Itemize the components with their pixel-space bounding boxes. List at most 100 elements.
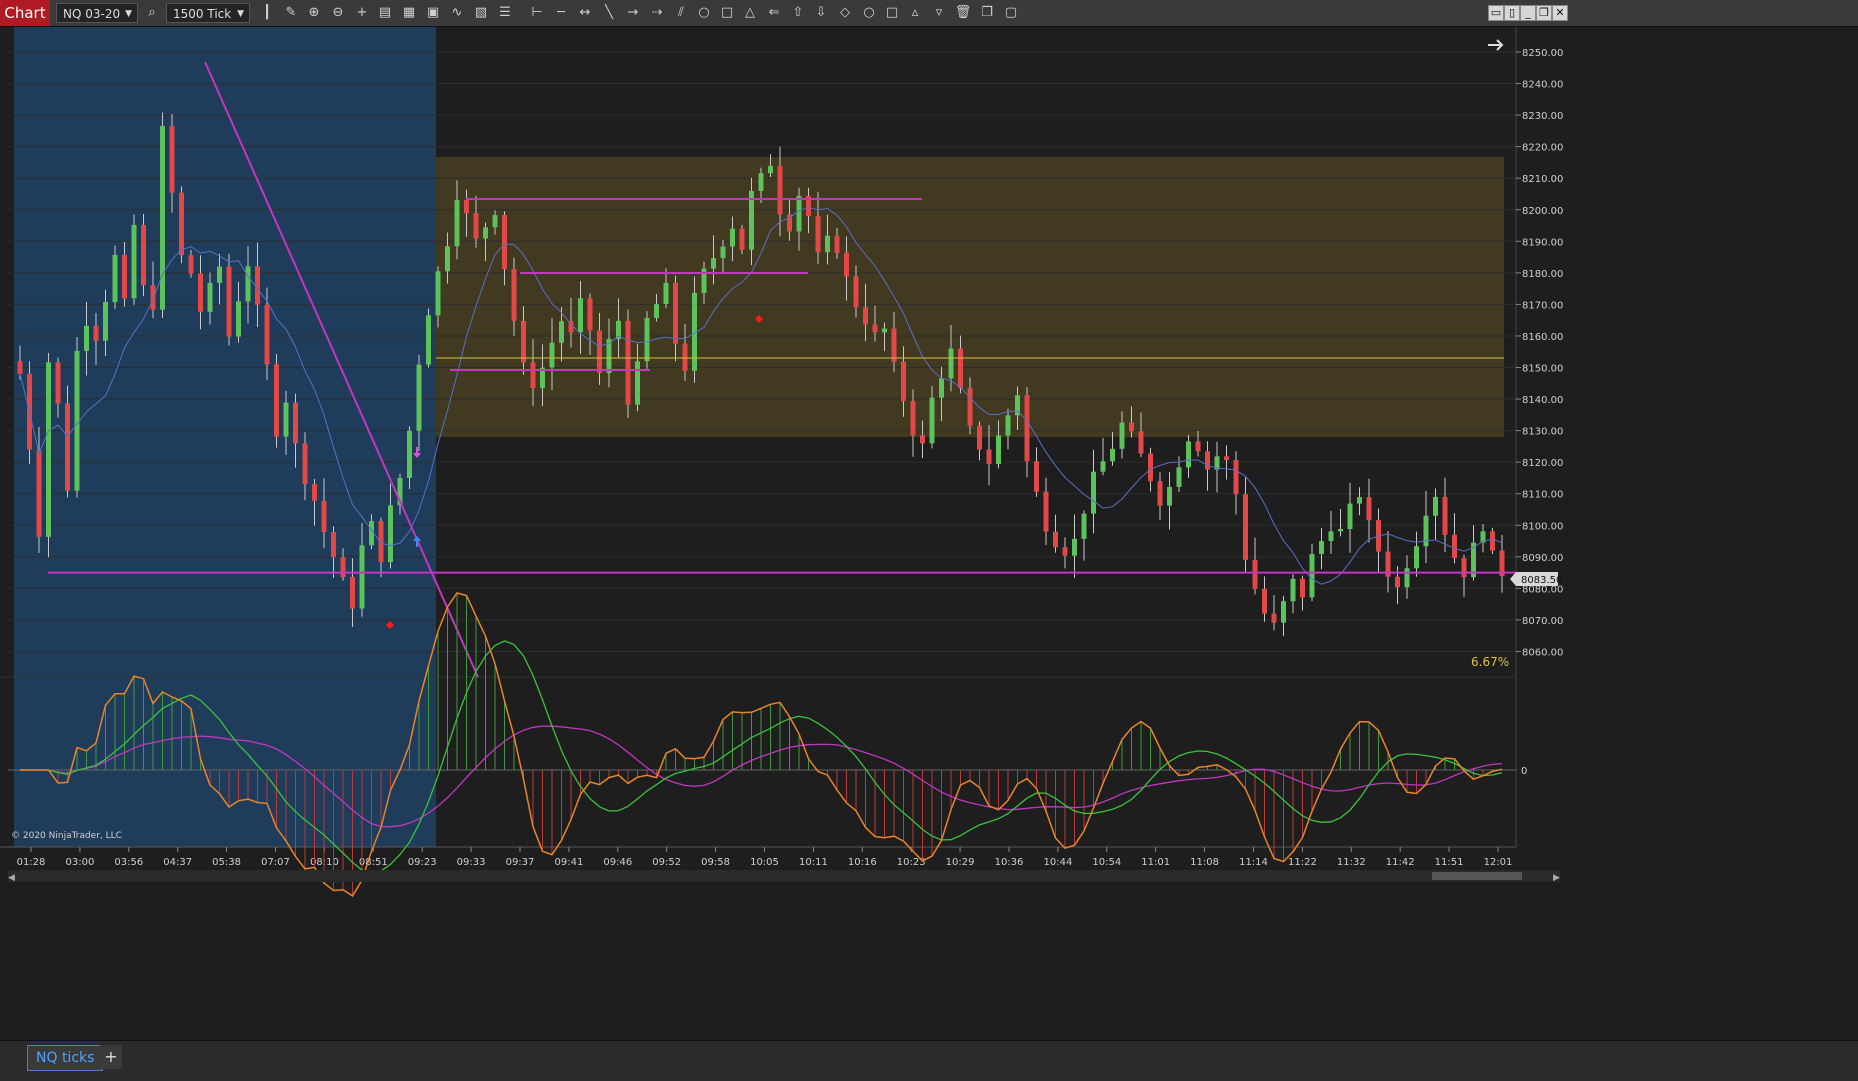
candle-body xyxy=(1081,513,1087,539)
candle-body xyxy=(1442,496,1448,535)
data-box-icon[interactable]: ☰ xyxy=(496,4,514,22)
time-tick-label: 05:38 xyxy=(212,857,241,868)
maximize-icon[interactable]: ❐ xyxy=(1536,5,1552,21)
candle-body xyxy=(1490,531,1495,551)
extended-line-icon[interactable]: ↔ xyxy=(576,4,594,22)
triangle-up-icon[interactable]: ▵ xyxy=(906,4,924,22)
instrument-selector[interactable]: NQ 03-20 ▼ xyxy=(56,3,138,23)
candle-body xyxy=(511,269,517,321)
dot-icon[interactable]: ○ xyxy=(860,4,878,22)
candle-body xyxy=(1186,441,1191,468)
candle-body xyxy=(65,403,70,491)
candle-body xyxy=(1176,467,1182,487)
crosshair-icon[interactable]: + xyxy=(353,4,371,22)
scroll-right-icon[interactable]: ▶ xyxy=(1553,873,1560,883)
candle-body xyxy=(815,216,821,253)
copy-icon[interactable]: ❐ xyxy=(978,4,996,22)
time-tick-label: 10:05 xyxy=(750,857,779,868)
ellipse-icon[interactable]: ○ xyxy=(695,4,713,22)
candle-body xyxy=(844,252,849,277)
tile-vertical-icon[interactable]: ▯ xyxy=(1504,5,1520,21)
oscillator-zero-label: 0 xyxy=(1521,766,1527,777)
time-tick-label: 10:29 xyxy=(946,857,975,868)
arrow-up-icon[interactable]: ⇧ xyxy=(789,4,807,22)
candle-body xyxy=(74,350,80,491)
price-tick-label: 8110.00 xyxy=(1522,490,1563,501)
time-tick-label: 11:14 xyxy=(1239,857,1268,868)
minimize-icon[interactable]: _ xyxy=(1520,5,1536,21)
chart-window-tab[interactable]: Chart xyxy=(0,0,50,26)
candle-body xyxy=(1423,515,1429,547)
candle-body xyxy=(1309,553,1315,598)
tile-icon[interactable]: ▭ xyxy=(1488,5,1504,21)
triangle-down-icon[interactable]: ▿ xyxy=(930,4,948,22)
trash-icon[interactable]: 🗑 xyxy=(954,4,972,22)
candle-body xyxy=(1271,613,1277,623)
time-tick-label: 10:44 xyxy=(1043,857,1072,868)
candle-body xyxy=(435,271,441,316)
arrow-line-icon[interactable]: → xyxy=(624,4,642,22)
time-tick-label: 08:51 xyxy=(359,857,388,868)
time-tick-label: 11:22 xyxy=(1288,857,1317,868)
arrow-left-icon[interactable]: ⇐ xyxy=(765,4,783,22)
last-price-label: 8083.50 xyxy=(1521,575,1562,586)
horizontal-line-icon[interactable]: ─ xyxy=(552,4,570,22)
time-tick-label: 11:08 xyxy=(1190,857,1219,868)
indicators-icon[interactable]: ∿ xyxy=(448,4,466,22)
ruler-icon[interactable]: ⊢ xyxy=(528,4,546,22)
square-icon[interactable]: □ xyxy=(883,4,901,22)
triangle-icon[interactable]: △ xyxy=(741,4,759,22)
channel-icon[interactable]: ⫽ xyxy=(672,4,690,22)
strategies-icon[interactable]: ▧ xyxy=(472,4,490,22)
draw-pencil-icon[interactable]: ✎ xyxy=(282,4,300,22)
candle-body xyxy=(663,282,669,305)
time-tick-label: 09:37 xyxy=(506,857,535,868)
scrollbar[interactable] xyxy=(8,870,1560,882)
candle-body xyxy=(1395,576,1400,588)
price-tick-label: 8170.00 xyxy=(1522,300,1563,311)
line-icon[interactable]: ╲ xyxy=(600,4,618,22)
candle-body xyxy=(236,301,241,337)
candle-body xyxy=(160,126,165,310)
candle-body xyxy=(635,361,640,405)
paste-icon[interactable]: ▢ xyxy=(1002,4,1020,22)
chart-panel[interactable]: 8250.00 8240.00 8230.00 8220.00 8210.00 8200.… xyxy=(0,27,1858,1039)
candle-body xyxy=(1319,541,1324,554)
candle-body xyxy=(521,320,526,363)
candle-body xyxy=(245,266,251,302)
scrollbar-thumb[interactable] xyxy=(1432,872,1522,880)
candle-body xyxy=(711,258,716,269)
copyright-label: © 2020 NinjaTrader, LLC xyxy=(11,831,122,841)
candle-body xyxy=(122,254,127,299)
candle-body xyxy=(1404,568,1410,588)
screenshot-icon[interactable]: ▣ xyxy=(424,4,442,22)
diamond-icon[interactable]: ◇ xyxy=(836,4,854,22)
properties-icon[interactable]: ▤ xyxy=(376,4,394,22)
candle-body xyxy=(559,321,564,343)
close-icon[interactable]: ✕ xyxy=(1552,5,1568,21)
bar-type-selector[interactable]: 1500 Tick ▼ xyxy=(166,3,250,23)
templates-icon[interactable]: ▦ xyxy=(400,4,418,22)
zoom-out-icon[interactable]: ⊖ xyxy=(329,4,347,22)
add-tab-button[interactable]: + xyxy=(100,1045,122,1069)
time-tick-label: 03:56 xyxy=(114,857,143,868)
candle-body xyxy=(758,173,764,191)
tab-nq-ticks[interactable]: NQ ticks xyxy=(27,1045,104,1071)
search-icon[interactable]: ⌕ xyxy=(143,4,161,22)
time-tick-label: 10:54 xyxy=(1092,857,1121,868)
candle-body xyxy=(331,532,336,558)
scroll-left-icon[interactable]: ◀ xyxy=(8,873,15,883)
candle-body xyxy=(1224,456,1229,460)
time-tick-label: 09:23 xyxy=(408,857,437,868)
candle-body xyxy=(1347,503,1353,530)
time-tick-label: 09:33 xyxy=(457,857,486,868)
candle-body xyxy=(768,165,773,174)
arrow-down-icon[interactable]: ⇩ xyxy=(812,4,830,22)
ray-icon[interactable]: ⇢ xyxy=(648,4,666,22)
rectangle-icon[interactable]: □ xyxy=(718,4,736,22)
candle-body xyxy=(378,521,384,563)
candle-body xyxy=(274,364,279,437)
zoom-in-icon[interactable]: ⊕ xyxy=(305,4,323,22)
time-tick-label: 12:01 xyxy=(1484,857,1513,868)
bars-style-icon[interactable]: ┃ xyxy=(258,4,276,22)
